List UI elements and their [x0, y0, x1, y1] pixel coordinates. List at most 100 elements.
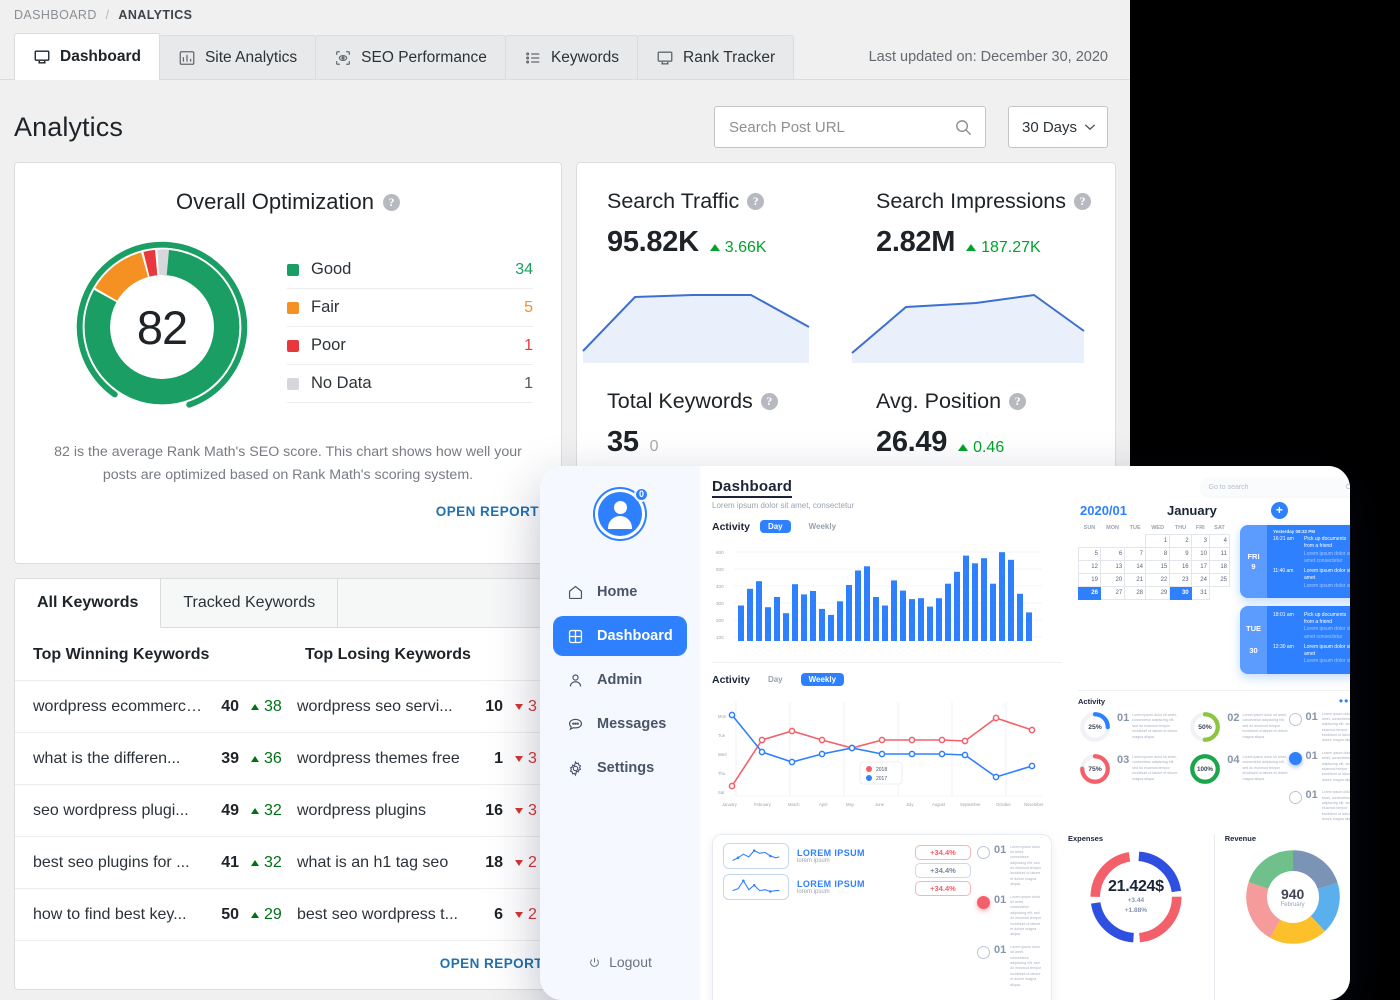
svg-text:50%: 50% [1198, 724, 1212, 731]
sidebar-item-messages[interactable]: Messages [553, 704, 687, 744]
radio-icon-selected[interactable] [977, 895, 990, 909]
calendar-cell[interactable]: 14 [1124, 560, 1146, 574]
keyword-name: wordpress ecommerce... [33, 697, 205, 715]
keyword-name: what is the differen... [33, 749, 181, 767]
calendar-cell[interactable]: 21 [1124, 573, 1146, 587]
tab-seo-performance[interactable]: SEO Performance [315, 35, 506, 79]
stat-label-row: Avg. Position ? [876, 389, 1115, 414]
calendar-cell[interactable]: 20 [1099, 573, 1126, 587]
toggle-day[interactable]: Day [760, 673, 791, 686]
sidebar-item-admin[interactable]: Admin [553, 660, 687, 700]
calendar-cell[interactable]: 19 [1078, 573, 1101, 587]
event-card[interactable]: FRI 9 Yesterday 08:32 PM 16:21 am Pick u… [1240, 525, 1350, 598]
date-range-select[interactable]: 30 Days [1008, 106, 1108, 148]
keywords-open-report-link[interactable]: OPEN REPORT [440, 956, 543, 971]
table-row[interactable]: what is the differen... 39 36 wordpress … [15, 733, 561, 785]
sidebar-item-dashboard[interactable]: Dashboard [553, 616, 687, 656]
lorem-title: LOREM IPSUM [797, 847, 865, 858]
calendar-cell[interactable]: 16 [1169, 560, 1192, 574]
help-icon[interactable]: ? [760, 393, 778, 410]
calendar-cell[interactable]: 22 [1144, 573, 1171, 587]
bullet-item[interactable]: 01 Lorem ipsum dolor sit amet, consectet… [1288, 711, 1350, 744]
tab-site-analytics[interactable]: Site Analytics [158, 35, 317, 79]
tab-all-keywords[interactable]: All Keywords [15, 579, 162, 628]
calendar-cell[interactable]: 7 [1124, 547, 1146, 561]
optimization-open-report-link[interactable]: OPEN REPORT [37, 504, 539, 519]
tab-dashboard[interactable]: Dashboard [14, 33, 160, 80]
stat-search-impressions: Search Impressions ? 2.82M 187.27K [846, 163, 1115, 363]
calendar-cell-selected[interactable]: 26 [1078, 586, 1101, 600]
bullet-item[interactable]: 01 Lorem ipsum dolor sit amet, consectet… [1288, 750, 1350, 783]
calendar-cell[interactable]: 17 [1190, 560, 1210, 574]
calendar-cell[interactable]: 27 [1099, 586, 1126, 600]
stat-label-row: Total Keywords ? [607, 389, 846, 414]
calendar-cell[interactable]: 3 [1190, 534, 1210, 548]
bullet-item[interactable]: 01 Lorem ipsum dolor sit amet, consectet… [1288, 790, 1350, 822]
calendar-cell[interactable]: 15 [1144, 560, 1171, 574]
tab-tracked-keywords[interactable]: Tracked Keywords [161, 579, 339, 627]
more-options-icon[interactable]: ••• [1339, 695, 1350, 707]
avatar[interactable]: 0 [598, 487, 649, 536]
calendar-cell[interactable]: 10 [1190, 547, 1210, 561]
table-row[interactable]: seo wordpress plugi... 49 32 wordpress p… [15, 785, 561, 837]
bullet-item[interactable]: 01 Lorem ipsum dolor sit amet, consectet… [977, 944, 1041, 988]
calendar-cell[interactable]: 6 [1099, 547, 1126, 561]
help-icon[interactable]: ? [383, 193, 401, 211]
donut-item-50: 50% 02 Lorem ipsum dolor sit amet, conse… [1188, 710, 1288, 744]
overlay-search-field[interactable]: Go to search [1200, 478, 1350, 496]
stat-delta-value: 0 [649, 438, 659, 455]
calendar-cell[interactable]: 11 [1208, 547, 1231, 561]
calendar-cell[interactable]: 25 [1208, 573, 1231, 587]
toggle-weekly[interactable]: Weekly [800, 673, 845, 686]
radio-icon[interactable] [977, 845, 990, 859]
help-icon[interactable]: ? [1009, 393, 1027, 410]
calendar-cell[interactable]: 31 [1190, 586, 1210, 600]
event-card[interactable]: TUE 30 18:01 am Pick up documents from a… [1240, 605, 1350, 674]
calendar-cell[interactable]: 9 [1169, 547, 1192, 561]
table-row[interactable]: wordpress ecommerce... 40 38 wordpress s… [15, 681, 561, 733]
search-input[interactable] [729, 118, 945, 136]
radio-icon[interactable] [1288, 712, 1302, 726]
table-row[interactable]: how to find best key... 50 29 best seo w… [15, 889, 561, 941]
calendar-cell[interactable]: 4 [1208, 534, 1231, 548]
calendar-cell[interactable]: 5 [1078, 547, 1101, 561]
lorem-text: LOREM IPSUM lorem ipsum [797, 879, 865, 895]
keyword-change-value: 3 [528, 697, 537, 715]
calendar-cell[interactable]: 2 [1169, 534, 1192, 548]
radio-icon-selected[interactable] [1288, 751, 1302, 765]
logout-button[interactable]: Logout [588, 954, 652, 970]
radio-icon[interactable] [1288, 791, 1302, 805]
sidebar-item-home[interactable]: Home [553, 572, 687, 612]
bullet-item[interactable]: 01 Lorem ipsum dolor sit amet, consectet… [977, 844, 1041, 888]
calendar-cell[interactable]: 12 [1078, 560, 1101, 574]
toggle-weekly[interactable]: Weekly [801, 520, 844, 533]
calendar-cell[interactable]: 28 [1124, 586, 1146, 600]
calendar-cell-selected[interactable]: 30 [1169, 586, 1192, 600]
toggle-day[interactable]: Day [759, 520, 791, 533]
calendar-cell[interactable]: 13 [1099, 560, 1126, 574]
tab-keywords[interactable]: Keywords [504, 35, 638, 79]
grid-icon [568, 629, 583, 643]
activity-bullets: 01 Lorem ipsum dolor sit amet, consectet… [1288, 710, 1350, 830]
radio-icon[interactable] [977, 945, 990, 959]
sidebar-item-settings[interactable]: Settings [553, 748, 687, 788]
breadcrumb-root[interactable]: DASHBOARD [14, 8, 97, 22]
calendar-cell[interactable]: 1 [1144, 534, 1171, 548]
calendar-widget[interactable]: SUN MON TUE WED THU FRI SAT 1 2 3 4 5 6 … [1078, 525, 1231, 682]
calendar-cell[interactable]: 8 [1144, 547, 1171, 561]
help-icon[interactable]: ? [1074, 193, 1091, 210]
donut-row: 75% 03 Lorem ipsum dolor sit amet, conse… [1078, 752, 1289, 786]
help-icon[interactable]: ? [747, 193, 765, 210]
calendar-cell[interactable]: 18 [1208, 560, 1231, 574]
table-row[interactable]: best seo plugins for ... 41 32 what is a… [15, 837, 561, 889]
bullet-item[interactable]: 01 Lorem ipsum dolor sit amet, consectet… [977, 894, 1041, 938]
calendar-cell[interactable]: 29 [1144, 586, 1171, 600]
sparkline-search-traffic [582, 294, 810, 363]
calendar-cell[interactable]: 23 [1169, 573, 1192, 587]
calendar-cell[interactable]: 24 [1190, 573, 1210, 587]
add-event-button[interactable]: + [1270, 502, 1288, 519]
search-post-url-field[interactable] [714, 106, 986, 148]
lorem-subtitle: lorem ipsum [797, 888, 830, 895]
keyword-change-value: 32 [264, 801, 282, 819]
tab-rank-tracker[interactable]: Rank Tracker [637, 35, 795, 79]
